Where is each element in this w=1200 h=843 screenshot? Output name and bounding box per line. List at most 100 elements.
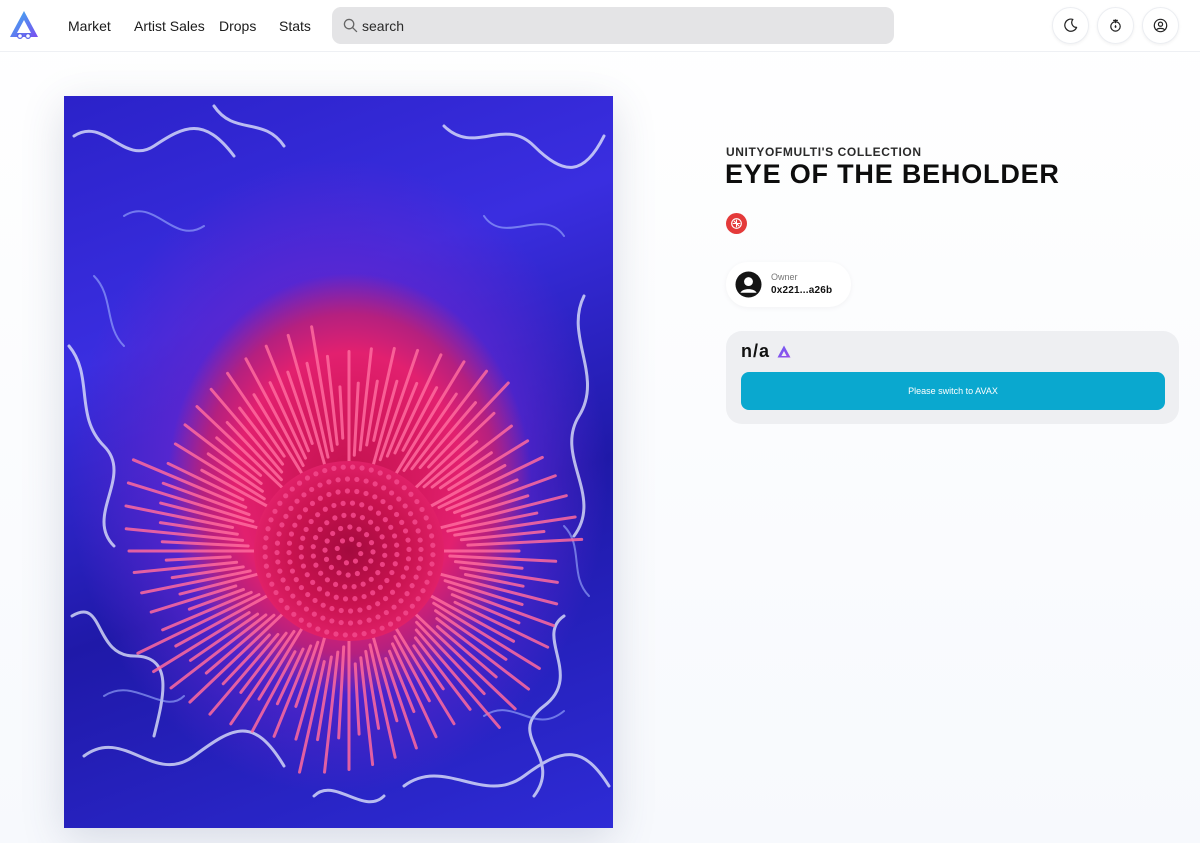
top-navigation-bar: Market Artist Sales Drops Stats [0,0,1200,52]
artwork-dot [406,546,412,553]
account-button[interactable] [1142,7,1179,44]
artwork-dot [310,553,316,559]
artwork-dot [275,559,281,565]
artwork-dot [366,604,372,611]
artwork-dot [333,594,339,600]
artwork-dot [304,475,311,481]
artwork-dot [395,582,402,588]
avax-icon [777,345,791,358]
artwork-dot [380,498,386,505]
artwork-dot [361,593,367,600]
artwork-dot [320,615,326,621]
artwork-dot [366,617,372,623]
artwork-dot [313,471,319,477]
artwork-spike [353,662,361,736]
search-input[interactable] [362,7,882,44]
artwork-dot [426,524,433,530]
artwork-dot [377,584,383,590]
artwork-dot [389,589,396,595]
moon-icon [1064,18,1078,32]
artwork-spike [124,527,245,542]
artwork-dot [280,577,286,583]
artwork-dot [357,607,363,613]
theme-toggle-button[interactable] [1052,7,1089,44]
artwork-dot [272,508,278,514]
artwork-dot [308,518,314,525]
artwork-dot [347,620,354,626]
artwork-dot [375,570,381,576]
artwork-dot [368,576,374,582]
artwork-dot [419,506,425,513]
artwork-dot [379,534,385,540]
artwork-dot [415,528,421,534]
artwork-dot [368,519,374,525]
artwork-dot [328,564,335,570]
artwork-dot [312,534,319,541]
artwork-dot [393,511,400,518]
artwork-dot [375,510,382,516]
avalanche-logo-icon[interactable] [8,9,40,41]
artwork-dot [289,486,295,492]
nav-market-link[interactable]: Market [68,0,111,52]
artwork-dot [354,488,360,495]
artwork-dot [405,556,412,562]
artwork-dot [298,544,304,551]
artwork-spike [338,385,345,440]
nav-artist-sales-link[interactable]: Artist Sales [134,0,205,52]
owner-card[interactable]: Owner 0x221...a26b [726,262,851,307]
artwork-dot [269,581,275,587]
nav-stats-link[interactable]: Stats [279,0,311,52]
artwork-dot [341,512,347,518]
artwork-dot [340,500,346,506]
artwork-dot [395,616,402,622]
nav-drops-link[interactable]: Drops [219,0,256,52]
artwork-dot [420,588,426,594]
artwork-dot [312,597,318,604]
artwork-dot [310,579,316,585]
artwork-dot [402,528,409,534]
artwork-dot [368,558,374,564]
artwork-dot [424,579,430,585]
artwork-dot [383,609,389,616]
nft-artwork-image[interactable] [64,96,613,828]
search-bar[interactable] [332,7,894,44]
artwork-dot [345,572,351,578]
artwork-dot [347,608,354,614]
network-badge-icon[interactable] [726,213,747,234]
artwork-dot [405,537,411,543]
artwork-dot [294,498,300,504]
switch-network-button[interactable]: Please switch to AVAX [741,372,1165,410]
artwork-dot [309,500,316,507]
artwork-dot [391,604,397,610]
price-panel: n/a Please switch to AVAX [726,331,1179,424]
artwork-spike [448,554,558,563]
artwork-dot [283,513,289,519]
artwork-dot [412,519,418,525]
artwork-dot [352,558,359,564]
collection-name[interactable]: UNITYOFMULTI'S COLLECTION [726,145,922,159]
artwork-dot [382,595,389,602]
artwork-dot [387,504,393,511]
artwork-dot [332,581,339,588]
artwork-dot [338,525,344,532]
artwork-dot [320,602,326,608]
artwork-dot [265,572,272,578]
artwork-dot [430,542,436,548]
artwork-dot [363,478,369,484]
artwork-dot [374,526,380,532]
artwork-dot [427,570,433,576]
artwork-dot [407,511,414,517]
artwork-dot [311,611,317,617]
artwork-dot [296,480,303,486]
artwork-dot [323,556,330,562]
artwork-dot [283,493,289,499]
faucet-button[interactable] [1097,7,1134,44]
artwork-dot [368,540,375,546]
artwork-dot [359,465,365,471]
artwork-spike [466,537,584,547]
artwork-dot [394,542,400,548]
artwork-dot [356,526,362,532]
artwork-dot [344,476,351,482]
artwork-dot [354,570,360,577]
artwork-dot [375,614,381,620]
